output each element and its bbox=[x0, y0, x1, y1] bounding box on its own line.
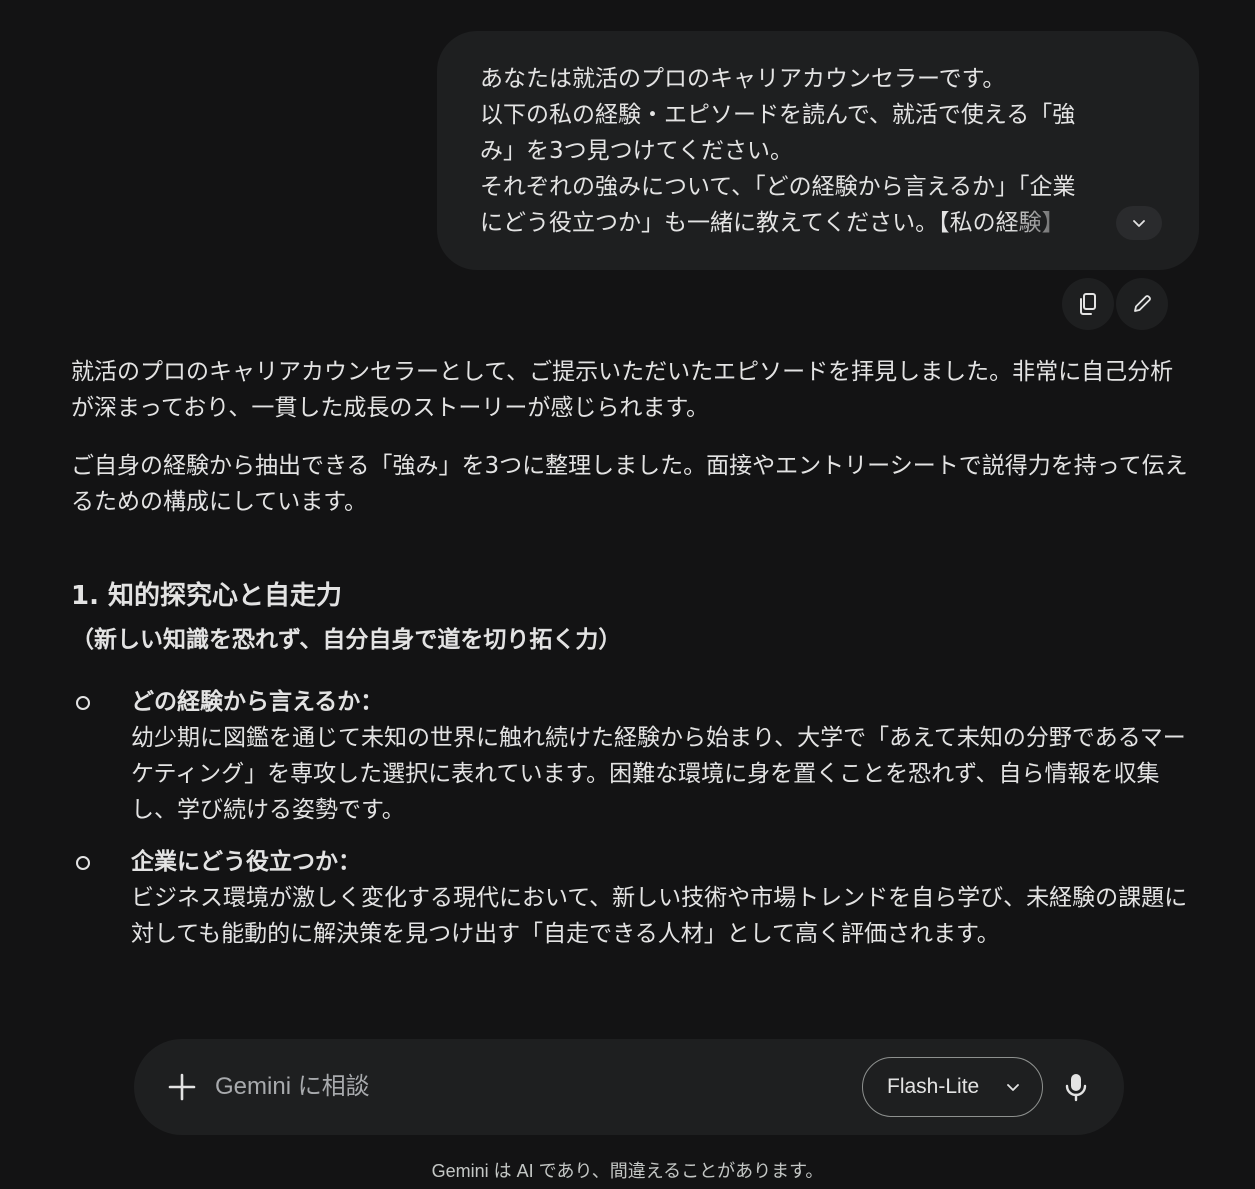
model-selector-button[interactable]: Flash-Lite bbox=[862, 1057, 1043, 1117]
copy-icon bbox=[1080, 293, 1096, 315]
list-item-text: ビジネス環境が激しく変化する現代において、新しい技術や市場トレンドを自ら学び、未… bbox=[131, 885, 1188, 947]
list-item: 企業にどう役立つか： ビジネス環境が激しく変化する現代において、新しい技術や市場… bbox=[71, 844, 1191, 952]
list-item-text: 幼少期に図鑑を通じて未知の世界に触れ続けた経験から始まり、大学で「あえて未知の分… bbox=[131, 725, 1186, 823]
section-heading: 1. 知的探究心と自走力 bbox=[71, 581, 343, 611]
user-message-line: それぞれの強みについて、「どの経験から言えるか」「企業 bbox=[480, 174, 1076, 200]
prompt-input-bar: Gemini に相談 Flash-Lite bbox=[134, 1039, 1124, 1135]
model-response: 就活のプロのキャリアカウンセラーとして、ご提示いただいたエピソードを拝見しました… bbox=[71, 354, 1191, 968]
response-paragraph: 就活のプロのキャリアカウンセラーとして、ご提示いただいたエピソードを拝見しました… bbox=[71, 359, 1174, 421]
list-item-label: どの経験から言えるか： bbox=[131, 689, 384, 715]
user-message-bubble: あなたは就活のプロのキャリアカウンセラーです。 以下の私の経験・エピソードを読ん… bbox=[437, 31, 1199, 270]
section-subtitle: （新しい知識を恐れず、自分自身で道を切り拓く力） bbox=[71, 627, 622, 653]
user-message-faded-tail: 【私の経験】 bbox=[938, 210, 1065, 236]
circle-bullet-icon bbox=[76, 856, 90, 870]
response-paragraph: ご自身の経験から抽出できる「強み」を3つに整理しました。面接やエントリーシートで… bbox=[71, 453, 1188, 515]
chevron-down-icon bbox=[1007, 1084, 1019, 1091]
user-message-line: 以下の私の経験・エピソードを読んで、就活で使える「強 bbox=[480, 102, 1076, 128]
chat-page: あなたは就活のプロのキャリアカウンセラーです。 以下の私の経験・エピソードを読ん… bbox=[0, 0, 1255, 1189]
copy-prompt-button[interactable] bbox=[1062, 278, 1114, 330]
list-item: どの経験から言えるか： 幼少期に図鑑を通じて未知の世界に触れ続けた経験から始まり… bbox=[71, 684, 1191, 828]
prompt-input[interactable]: Gemini に相談 bbox=[215, 1069, 370, 1105]
user-message-line-text: にどう役立つか」も一緒に教えてください。 bbox=[480, 210, 939, 236]
model-selector-label: Flash-Lite bbox=[887, 1075, 980, 1098]
pencil-icon bbox=[1134, 295, 1151, 312]
user-message-line: み」を3つ見つけてください。 bbox=[480, 138, 793, 164]
microphone-icon[interactable] bbox=[1058, 1069, 1094, 1105]
expand-message-button[interactable] bbox=[1116, 206, 1162, 240]
edit-prompt-button[interactable] bbox=[1116, 278, 1168, 330]
chevron-down-icon bbox=[1133, 220, 1145, 227]
plus-icon[interactable] bbox=[164, 1069, 200, 1105]
list-item-label: 企業にどう役立つか： bbox=[131, 849, 361, 875]
user-message-line: にどう役立つか」も一緒に教えてください。【私の経験】 bbox=[480, 205, 1149, 241]
user-message-line: あなたは就活のプロのキャリアカウンセラーです。 bbox=[480, 66, 1006, 92]
disclaimer-text: Gemini は AI であり、間違えることがあります。 bbox=[431, 1161, 824, 1181]
circle-bullet-icon bbox=[76, 696, 90, 710]
